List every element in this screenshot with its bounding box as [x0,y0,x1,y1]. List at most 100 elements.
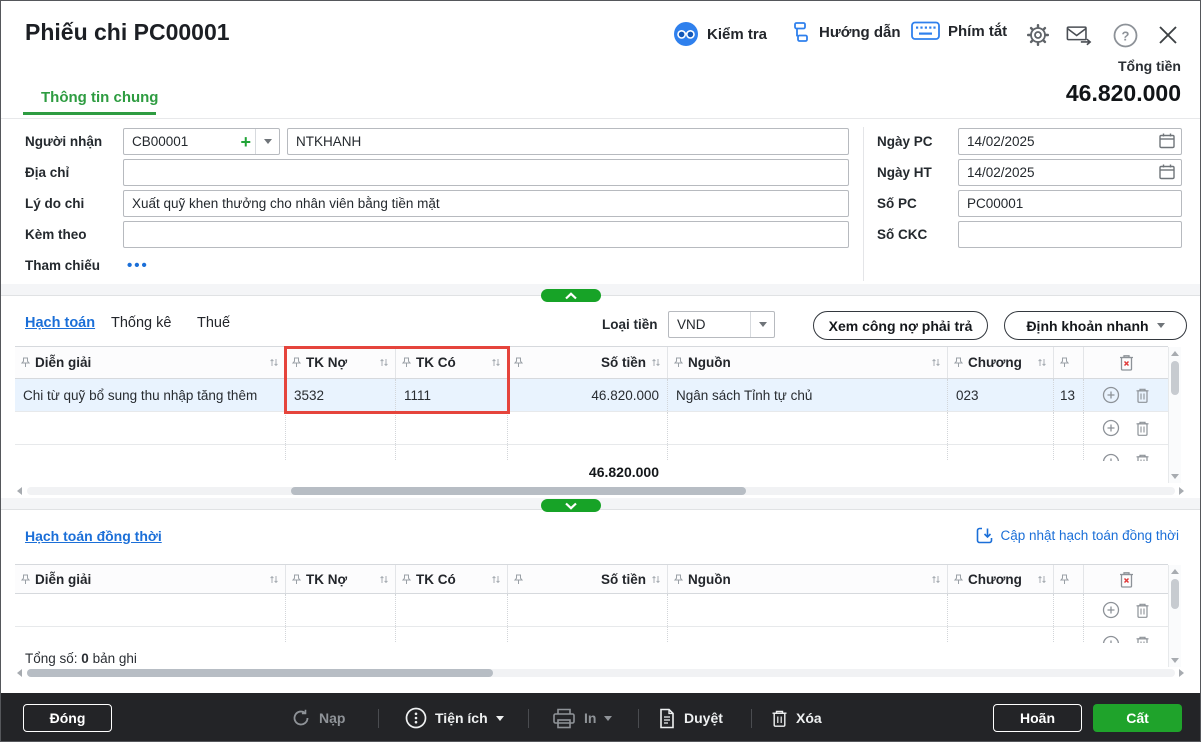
pin-icon[interactable] [402,357,411,368]
pin-icon[interactable] [954,357,963,368]
collapse-table-button[interactable] [541,499,601,512]
cell-chuong[interactable]: 023 [948,379,1054,411]
pin-icon[interactable] [21,357,30,368]
scroll-up-arrow[interactable] [1171,351,1179,356]
calendar-icon[interactable] [1158,132,1176,155]
feedback-button[interactable] [1066,22,1092,48]
sort-icon[interactable] [1037,357,1047,368]
delete-all-icon[interactable] [1118,353,1135,372]
scroll-up-arrow[interactable] [1171,569,1179,574]
close-button[interactable] [1155,22,1181,48]
sort-icon[interactable] [269,574,279,585]
col-so-tien[interactable]: Số tiền [508,565,668,593]
col-dien-giai[interactable]: Diễn giải [15,347,286,378]
scroll-right-arrow[interactable] [1179,669,1184,677]
col-chuong[interactable]: Chương [948,565,1054,593]
view-payables-button[interactable]: Xem công nợ phải trả [813,311,988,340]
delete-button[interactable]: Xóa [771,693,822,742]
save-button[interactable]: Cất [1093,704,1182,732]
shortcut-button[interactable]: Phím tắt [911,21,1007,41]
pin-icon[interactable] [514,574,523,585]
col-tk-no[interactable]: TK Nợ [286,565,396,593]
sort-icon[interactable] [491,574,501,585]
add-receiver-icon[interactable]: + [236,133,255,151]
ckc-no-field[interactable] [958,221,1182,248]
settings-button[interactable] [1025,22,1051,48]
simultaneous-accounting-link[interactable]: Hạch toán đồng thời [25,528,162,544]
col-khoan-truncated[interactable] [1054,565,1084,593]
sort-icon[interactable] [379,574,389,585]
add-row-icon[interactable] [1102,635,1120,644]
quick-entry-button[interactable]: Định khoản nhanh [1004,311,1187,340]
delete-row-icon[interactable] [1135,635,1150,643]
pin-icon[interactable] [292,357,301,368]
pin-icon[interactable] [402,574,411,585]
pin-icon[interactable] [674,357,683,368]
table1-vertical-scrollbar[interactable] [1168,347,1181,483]
pin-icon[interactable] [674,574,683,585]
address-field[interactable] [123,159,849,186]
receiver-code-value[interactable]: CB00001 [124,134,236,149]
scroll-right-arrow[interactable] [1179,487,1184,495]
add-row-icon[interactable] [1102,453,1120,462]
currency-select[interactable]: VND [668,311,775,338]
pin-icon[interactable] [954,574,963,585]
postpone-button[interactable]: Hoãn [993,704,1082,732]
reason-field[interactable] [123,190,849,217]
col-tk-co[interactable]: TK Có [396,565,508,593]
approve-button[interactable]: Duyệt [658,693,723,742]
cell-nguon[interactable]: Ngân sách Tỉnh tự chủ [668,379,948,411]
cell-tk-co[interactable]: 1111 [396,379,508,411]
cell-tk-no[interactable]: 3532 [286,379,396,411]
posting-date-field[interactable] [958,159,1182,186]
scroll-down-arrow[interactable] [1171,658,1179,663]
receiver-code-combo[interactable]: CB00001 + [123,128,280,155]
reference-more-button[interactable]: ••• [127,257,149,274]
pin-icon[interactable] [292,574,301,585]
col-khoan-truncated[interactable] [1054,347,1084,378]
pin-icon[interactable] [1060,357,1069,368]
guide-button[interactable]: Hướng dẫn [789,21,901,43]
add-row-icon[interactable] [1102,386,1120,404]
tab-statistics[interactable]: Thống kê [111,315,171,331]
sort-icon[interactable] [651,357,661,368]
currency-dropdown-button[interactable] [751,312,774,337]
pin-icon[interactable] [21,574,30,585]
help-button[interactable]: ? [1112,22,1138,48]
add-row-icon[interactable] [1102,419,1120,437]
scroll-left-arrow[interactable] [17,669,22,677]
col-chuong[interactable]: Chương [948,347,1054,378]
cell-khoan[interactable]: 13 [1054,379,1084,411]
receiver-dropdown-button[interactable] [256,129,279,154]
receiver-name-field[interactable] [287,128,849,155]
reload-button[interactable]: Nạp [291,693,345,742]
col-nguon[interactable]: Nguồn [668,347,948,378]
sort-icon[interactable] [1037,574,1047,585]
sort-icon[interactable] [379,357,389,368]
update-simultaneous-accounting-button[interactable]: Cập nhật hạch toán đồng thời [975,526,1180,545]
tab-tax[interactable]: Thuế [197,315,230,331]
delete-row-icon[interactable] [1135,387,1150,404]
attachment-field[interactable] [123,221,849,248]
table1-horizontal-scrollbar[interactable] [27,487,1175,495]
close-window-button[interactable]: Đóng [23,704,112,732]
pin-icon[interactable] [514,357,523,368]
voucher-no-field[interactable] [958,190,1182,217]
col-dien-giai[interactable]: Diễn giải [15,565,286,593]
delete-row-icon[interactable] [1135,453,1150,461]
col-tk-no[interactable]: TK Nợ [286,347,396,378]
tab-general-info[interactable]: Thông tin chung [41,89,158,106]
cell-so-tien[interactable]: 46.820.000 [508,379,668,411]
voucher-date-field[interactable] [958,128,1182,155]
table2-vertical-scrollbar[interactable] [1168,565,1181,667]
check-button[interactable]: Kiểm tra [673,21,767,47]
scroll-down-arrow[interactable] [1171,474,1179,479]
delete-row-icon[interactable] [1135,602,1150,619]
cell-dien-giai[interactable]: Chi từ quỹ bổ sung thu nhập tăng thêm [15,379,286,411]
sort-icon[interactable] [269,357,279,368]
sort-icon[interactable] [491,357,501,368]
collapse-form-button[interactable] [541,289,601,302]
col-so-tien[interactable]: Số tiền [508,347,668,378]
sort-icon[interactable] [931,574,941,585]
col-nguon[interactable]: Nguồn [668,565,948,593]
